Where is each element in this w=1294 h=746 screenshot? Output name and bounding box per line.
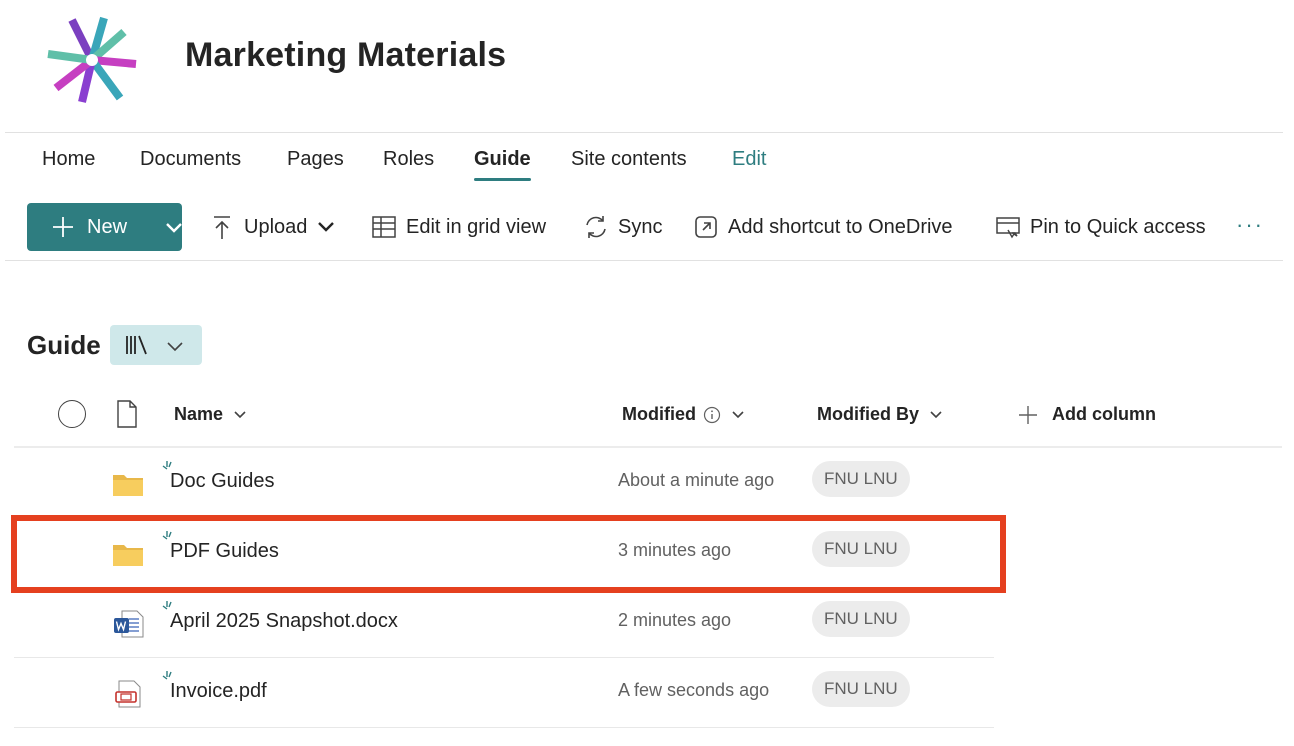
modified-date: 2 minutes ago (618, 610, 732, 630)
sync-icon (586, 216, 606, 238)
command-bar: New Upload Edit in grid view Sync Add sh… (0, 200, 1294, 256)
shortcut-icon (695, 216, 717, 238)
nav-home[interactable]: Home (42, 148, 95, 171)
row-divider (14, 727, 994, 728)
word-document-icon (114, 610, 144, 638)
add-column-label: Add column (1052, 404, 1156, 424)
info-icon[interactable] (703, 406, 721, 424)
chevron-down-icon (234, 410, 246, 418)
list-item[interactable]: April 2025 Snapshot.docx 2 minutes ago F… (14, 588, 994, 658)
chevron-down-icon (318, 222, 335, 232)
chevron-down-icon (732, 410, 744, 418)
modified-date: 3 minutes ago (618, 540, 732, 560)
modified-by-persona[interactable]: FNU LNU (812, 531, 910, 567)
folder-icon (113, 545, 143, 566)
library-icon (126, 335, 147, 355)
modified-date: A few seconds ago (618, 680, 770, 700)
upload-label: Upload (244, 215, 308, 238)
plus-icon (53, 217, 73, 237)
document-type-icon[interactable] (116, 400, 138, 428)
modified-by-persona[interactable]: FNU LNU (812, 461, 910, 497)
modified-date: About a minute ago (618, 470, 775, 490)
column-headers: Name Modified Modified By Add column (0, 396, 1294, 434)
folder-icon (113, 475, 143, 496)
sync-button[interactable]: Sync (582, 212, 662, 242)
view-options-button[interactable] (110, 325, 202, 365)
column-header-modified-by[interactable]: Modified By (817, 404, 943, 425)
nav-edit[interactable]: Edit (732, 148, 766, 171)
pin-to-quick-access-button[interactable]: Pin to Quick access (994, 212, 1206, 242)
column-header-modified[interactable]: Modified (622, 404, 745, 425)
file-name[interactable]: Invoice.pdf (170, 680, 267, 703)
edit-in-grid-view-label: Edit in grid view (406, 215, 547, 238)
new-button[interactable]: New (27, 203, 182, 251)
command-bar-divider (5, 260, 1283, 261)
file-name[interactable]: Doc Guides (170, 470, 275, 493)
select-all-checkbox[interactable] (58, 400, 86, 428)
file-name[interactable]: April 2025 Snapshot.docx (170, 610, 398, 633)
sync-label: Sync (618, 215, 663, 238)
nav-pages[interactable]: Pages (287, 148, 344, 171)
plus-icon (1019, 405, 1037, 424)
chevron-down-icon (930, 410, 942, 418)
upload-icon (214, 216, 230, 239)
column-header-modified-label: Modified (622, 404, 696, 424)
add-column-button[interactable]: Add column (1018, 404, 1156, 425)
chevron-down-icon (166, 223, 182, 233)
add-shortcut-button[interactable]: Add shortcut to OneDrive (692, 212, 953, 242)
header-divider (5, 132, 1283, 133)
upload-button[interactable]: Upload (208, 212, 335, 242)
pin-icon (996, 217, 1020, 239)
more-options-button[interactable]: ··· (1236, 212, 1264, 238)
column-header-name[interactable]: Name (174, 404, 247, 425)
site-title[interactable]: Marketing Materials (185, 36, 506, 75)
new-button-label: New (87, 216, 128, 238)
add-shortcut-label: Add shortcut to OneDrive (728, 215, 953, 238)
site-navigation: Home Documents Pages Roles Guide Site co… (0, 140, 1294, 188)
nav-roles[interactable]: Roles (383, 148, 434, 171)
modified-by-persona[interactable]: FNU LNU (812, 601, 910, 637)
pdf-document-icon (115, 680, 141, 708)
library-title: Guide (27, 330, 101, 360)
grid-icon (372, 216, 396, 238)
nav-site-contents[interactable]: Site contents (571, 148, 687, 171)
pin-to-quick-access-label: Pin to Quick access (1030, 215, 1206, 238)
file-name[interactable]: PDF Guides (170, 540, 279, 563)
list-item[interactable]: Invoice.pdf A few seconds ago FNU LNU (14, 658, 994, 728)
edit-in-grid-view-button[interactable]: Edit in grid view (370, 212, 546, 242)
column-header-modified-by-label: Modified By (817, 404, 919, 424)
site-header: Marketing Materials (0, 0, 1294, 132)
site-logo-icon[interactable] (42, 14, 142, 106)
modified-by-persona[interactable]: FNU LNU (812, 671, 910, 707)
nav-documents[interactable]: Documents (140, 148, 241, 171)
nav-guide[interactable]: Guide (474, 148, 531, 181)
chevron-down-icon (167, 342, 183, 352)
column-header-name-label: Name (174, 404, 224, 424)
list-item[interactable]: PDF Guides 3 minutes ago FNU LNU (14, 518, 994, 588)
list-item[interactable]: Doc Guides About a minute ago FNU LNU (14, 448, 994, 518)
